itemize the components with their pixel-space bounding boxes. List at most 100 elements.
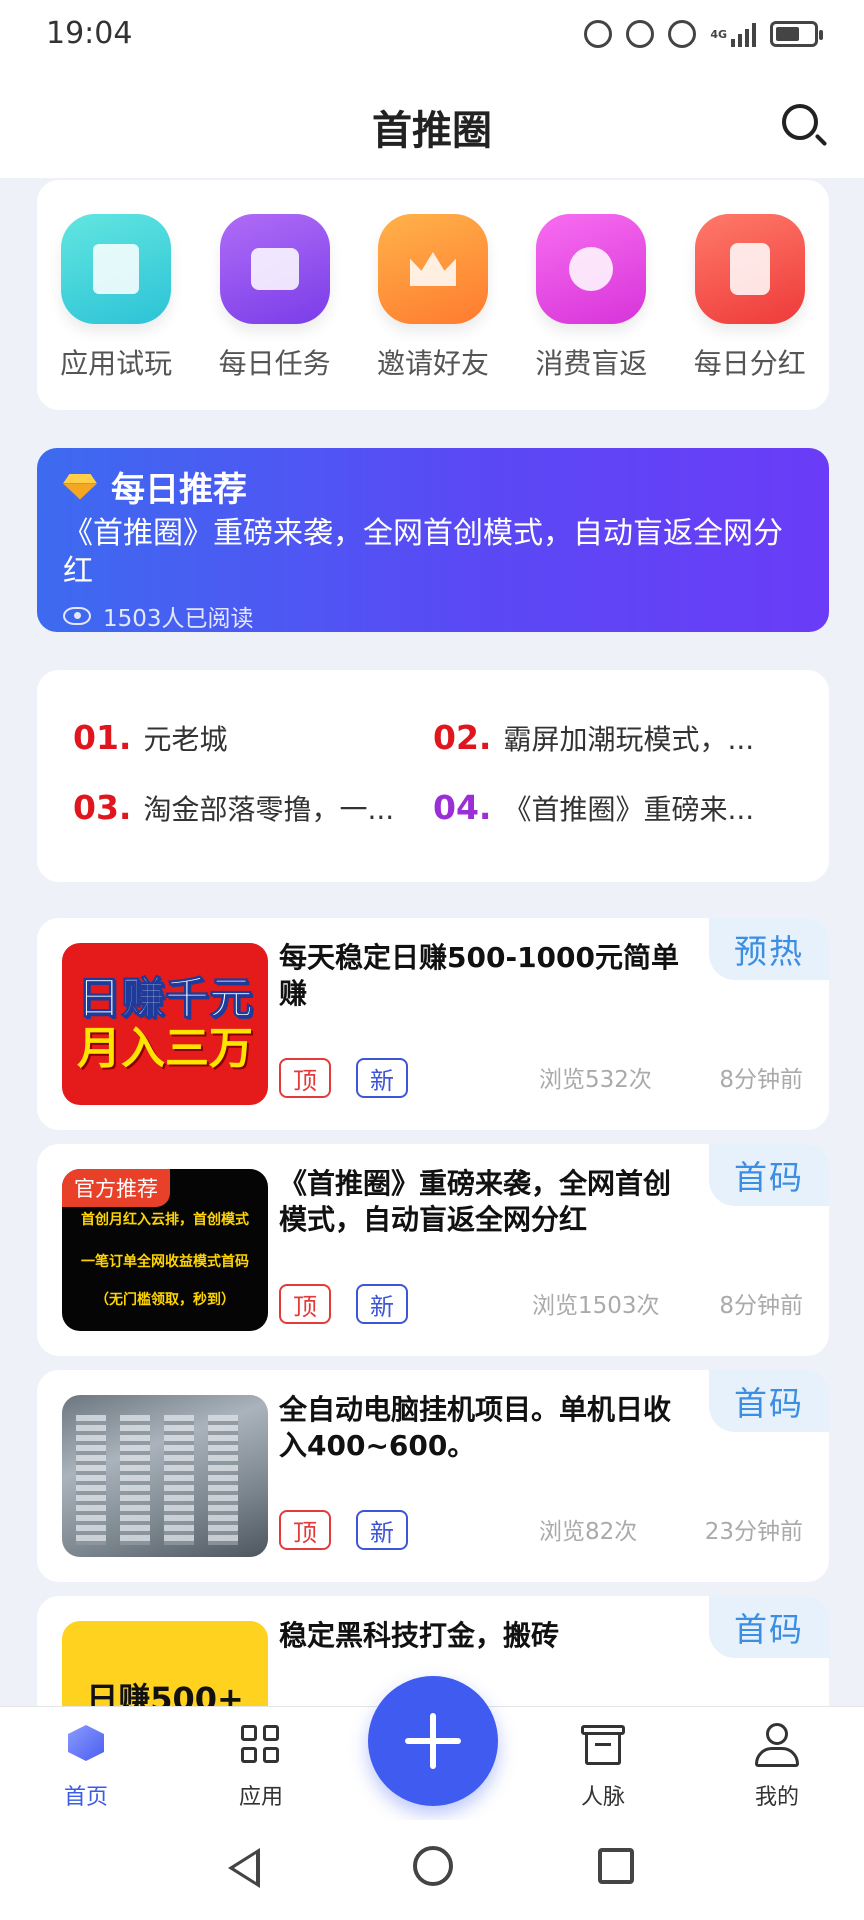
- top-tag: 顶: [279, 1284, 331, 1324]
- shortcut-label: 消费盲返: [535, 347, 648, 380]
- ranking-item[interactable]: 03. 淘金部落零撸，一...: [73, 788, 433, 828]
- nav-label: 应用: [238, 1785, 283, 1810]
- cube-icon: [62, 1721, 110, 1769]
- corner-tag: 首码: [709, 1144, 829, 1206]
- new-tag: 新: [356, 1510, 408, 1550]
- mute-icon: [668, 20, 697, 48]
- page-title: 首推圈: [372, 108, 492, 154]
- thumb-text: 月入三万: [77, 1023, 253, 1074]
- ranking-item[interactable]: 04. 《首推圈》重磅来...: [433, 788, 793, 828]
- banner-heading: 每日推荐: [63, 462, 803, 511]
- alarm-icon: [626, 20, 655, 48]
- nav-home[interactable]: 首页: [36, 1721, 136, 1811]
- red-envelope-icon: [694, 214, 805, 324]
- signal-icon: [731, 21, 756, 47]
- system-nav-bar: [0, 1820, 864, 1920]
- nav-apps[interactable]: 应用: [211, 1721, 311, 1811]
- ranking-number: 01.: [73, 718, 132, 757]
- status-bar: 19:04 4G: [0, 0, 864, 72]
- shortcut-app-trial[interactable]: 应用试玩: [41, 214, 191, 410]
- feed-title: 《首推圈》重磅来袭，全网首创模式，自动盲返全网分红: [279, 1167, 672, 1236]
- feed-thumbnail: 日赚千元 月入三万: [62, 943, 268, 1105]
- view-count: 浏览532次: [539, 1067, 652, 1093]
- recents-icon[interactable]: [598, 1848, 634, 1884]
- shortcut-label: 应用试玩: [60, 347, 173, 380]
- ranking-card: 01. 元老城 02. 霸屏加潮玩模式，... 03. 淘金部落零撸，一... …: [37, 670, 829, 882]
- ranking-number: 04.: [433, 788, 492, 827]
- user-icon: [753, 1721, 801, 1769]
- ranking-text: 《首推圈》重磅来...: [503, 793, 755, 826]
- daily-recommend-banner[interactable]: 每日推荐 《首推圈》重磅来袭，全网首创模式，自动盲返全网分红 1503人已阅读: [37, 448, 829, 632]
- time-ago: 8分钟前: [719, 1293, 803, 1319]
- back-icon[interactable]: [228, 1848, 260, 1888]
- gift-icon: [219, 214, 330, 324]
- ranking-number: 03.: [73, 788, 132, 827]
- shortcut-label: 邀请好友: [376, 347, 489, 380]
- plus-icon-vertical: [430, 1713, 436, 1769]
- feed-thumbnail: 首创月红入云排，首创模式 一笔订单全网收益模式首码 （无门槛领取，秒到） 官方推…: [62, 1169, 268, 1331]
- archive-icon: [579, 1721, 627, 1769]
- view-count: 浏览1503次: [532, 1293, 660, 1319]
- top-tag: 顶: [279, 1510, 331, 1550]
- eye-icon: [63, 607, 91, 625]
- shortcut-card: 应用试玩 每日任务 邀请好友 消费盲返 每日分红: [37, 180, 829, 410]
- time-ago: 23分钟前: [704, 1519, 803, 1545]
- new-tag: 新: [356, 1058, 408, 1098]
- hd-icon: [584, 20, 613, 48]
- thumb-text: （无门槛领取，秒到）: [95, 1292, 235, 1308]
- nav-label: 我的: [754, 1785, 799, 1810]
- shortcut-label: 每日分红: [693, 347, 806, 380]
- feed-item[interactable]: 首创月红入云排，首创模式 一笔订单全网收益模式首码 （无门槛领取，秒到） 官方推…: [37, 1144, 829, 1356]
- home-icon[interactable]: [413, 1846, 453, 1886]
- shortcut-label: 每日任务: [218, 347, 331, 380]
- time-ago: 8分钟前: [719, 1067, 803, 1093]
- feed-title: 稳定黑科技打金，搬砖: [279, 1619, 560, 1652]
- add-button[interactable]: [368, 1676, 498, 1806]
- new-tag: 新: [356, 1284, 408, 1324]
- shortcut-daily-dividend[interactable]: 每日分红: [675, 214, 825, 410]
- corner-tag: 首码: [709, 1596, 829, 1658]
- corner-tag: 首码: [709, 1370, 829, 1432]
- thumb-text: 日赚500+: [86, 1680, 244, 1706]
- medal-icon: [536, 214, 647, 324]
- nav-label: 首页: [63, 1785, 108, 1810]
- shortcut-invite-friends[interactable]: 邀请好友: [358, 214, 508, 410]
- ranking-number: 02.: [433, 718, 492, 757]
- official-badge: 官方推荐: [62, 1169, 170, 1207]
- search-icon[interactable]: [776, 98, 832, 154]
- ranking-text: 淘金部落零撸，一...: [143, 793, 395, 826]
- shortcut-consume-rebate[interactable]: 消费盲返: [516, 214, 666, 410]
- top-tag: 顶: [279, 1058, 331, 1098]
- status-time: 19:04: [46, 16, 133, 51]
- diamond-icon: [63, 473, 97, 500]
- feed-thumbnail: 日赚500+: [62, 1621, 268, 1706]
- thumb-text: 日赚千元: [77, 973, 254, 1024]
- status-icons: 4G: [584, 20, 823, 48]
- banner-reads-text: 1503人已阅读: [103, 606, 254, 632]
- ranking-item[interactable]: 01. 元老城: [73, 718, 433, 758]
- ranking-text: 霸屏加潮玩模式，...: [503, 723, 755, 756]
- nav-mine[interactable]: 我的: [727, 1721, 827, 1811]
- grid-icon: [237, 1721, 285, 1769]
- feed-item[interactable]: 全自动电脑挂机项目。单机日收入400~600。 首码 顶 新 浏览82次 23分…: [37, 1370, 829, 1582]
- feed-title: 每天稳定日赚500-1000元简单赚: [279, 941, 679, 1010]
- corner-tag: 预热: [709, 918, 829, 980]
- banner-reads: 1503人已阅读: [63, 599, 803, 633]
- feed-title: 全自动电脑挂机项目。单机日收入400~600。: [279, 1393, 672, 1462]
- shortcut-daily-task[interactable]: 每日任务: [200, 214, 350, 410]
- feed-thumbnail: [62, 1395, 268, 1557]
- nav-label: 人脉: [580, 1785, 625, 1810]
- banner-heading-text: 每日推荐: [111, 470, 247, 510]
- clipboard-icon: [61, 214, 172, 324]
- network-label: 4G: [710, 27, 727, 41]
- ranking-text: 元老城: [143, 723, 228, 756]
- thumb-text: 首创月红入云排，首创模式: [81, 1212, 249, 1228]
- app-header: 首推圈: [0, 72, 864, 178]
- banner-text: 《首推圈》重磅来袭，全网首创模式，自动盲返全网分红: [63, 516, 783, 589]
- view-count: 浏览82次: [539, 1519, 638, 1545]
- feed-item[interactable]: 日赚千元 月入三万 每天稳定日赚500-1000元简单赚 预热 顶 新 浏览53…: [37, 918, 829, 1130]
- crown-icon: [377, 214, 488, 324]
- thumb-text: 一笔订单全网收益模式首码: [81, 1254, 249, 1270]
- ranking-item[interactable]: 02. 霸屏加潮玩模式，...: [433, 718, 793, 758]
- nav-contacts[interactable]: 人脉: [553, 1721, 653, 1811]
